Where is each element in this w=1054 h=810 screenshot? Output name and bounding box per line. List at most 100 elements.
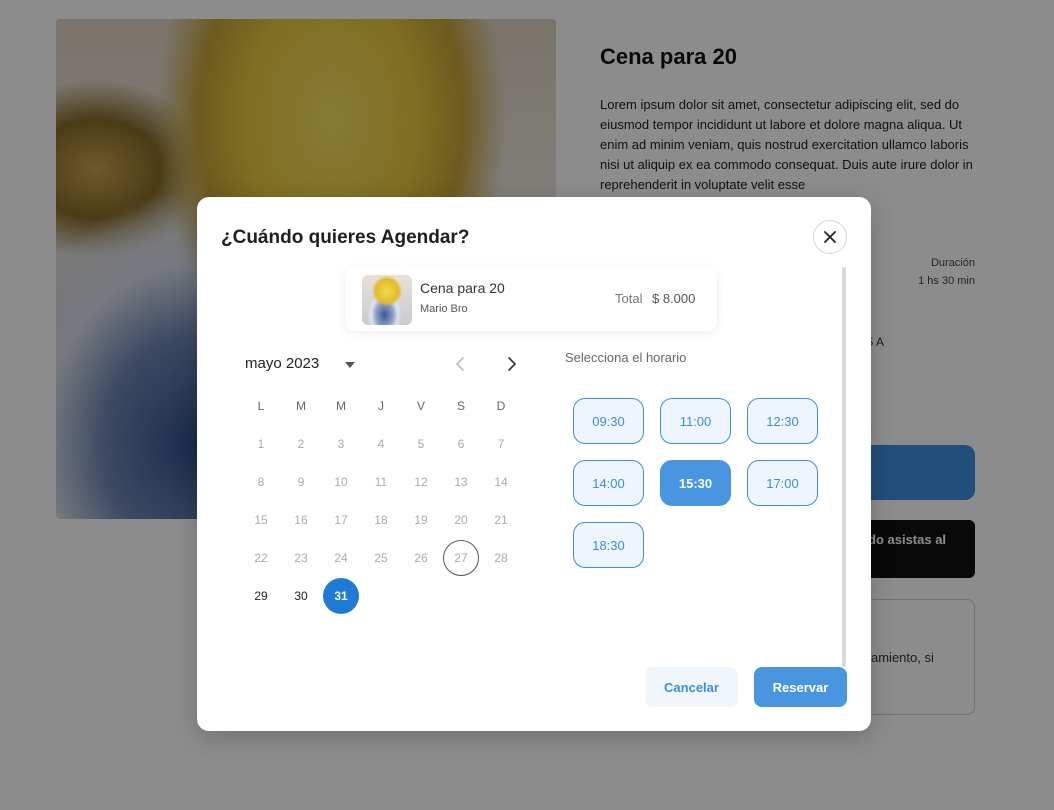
calendar-day: 27 (441, 540, 481, 576)
calendar-day: 23 (281, 540, 321, 576)
calendar-day-number: 14 (494, 475, 508, 489)
weekday-label: J (378, 399, 384, 413)
modal-scrollbar[interactable] (842, 267, 846, 667)
calendar-day[interactable]: 29 (241, 578, 281, 614)
calendar-day: 22 (241, 540, 281, 576)
calendar-day-number: 28 (494, 551, 508, 565)
calendar-day-number: 13 (454, 475, 468, 489)
previous-month-button[interactable] (451, 354, 469, 374)
chevron-left-icon (456, 357, 464, 371)
calendar-day-number: 3 (337, 437, 345, 451)
calendar-empty-cell (481, 578, 521, 614)
calendar-day: 4 (361, 426, 401, 462)
weekday-label: V (416, 399, 425, 413)
calendar-day: 24 (321, 540, 361, 576)
booking-modal: ¿Cuándo quieres Agendar? Cena para 20 Ma… (197, 197, 871, 731)
calendar-day-number: 5 (417, 437, 425, 451)
calendar-day-number: 6 (457, 437, 465, 451)
modal-title: ¿Cuándo quieres Agendar? (221, 227, 470, 248)
calendar-day: 17 (321, 502, 361, 538)
calendar-day: 11 (361, 464, 401, 500)
calendar-day: 5 (401, 426, 441, 462)
caret-down-icon (345, 362, 355, 368)
cancel-button[interactable]: Cancelar (645, 667, 738, 707)
calendar-day-number: 26 (414, 551, 428, 565)
schedule-title: Selecciona el horario (565, 350, 687, 365)
calendar-empty-cell (441, 578, 481, 614)
weekday-header: LMMJVSD (241, 387, 521, 425)
time-slot-button[interactable]: 14:00 (573, 460, 644, 506)
calendar-day-number: 24 (334, 551, 348, 565)
calendar-day-number: 29 (254, 589, 268, 603)
calendar-day-number: 20 (454, 513, 468, 527)
calendar-day: 18 (361, 502, 401, 538)
calendar-day: 2 (281, 426, 321, 462)
calendar-day-number: 7 (497, 437, 505, 451)
calendar-month-label: mayo 2023 (245, 355, 320, 372)
calendar-day: 3 (321, 426, 361, 462)
time-slot-button[interactable]: 15:30 (660, 460, 731, 506)
calendar-day[interactable]: 31 (321, 578, 361, 614)
calendar-day-number: 23 (294, 551, 308, 565)
calendar-day-number: 25 (374, 551, 388, 565)
reserve-button[interactable]: Reservar (754, 667, 847, 707)
calendar-day: 15 (241, 502, 281, 538)
chevron-right-icon (508, 357, 516, 371)
time-slot-button[interactable]: 18:30 (573, 522, 644, 568)
calendar-grid: L M M J V S D 1 2 3 4 5 6 7 8 9 10 11 12 13 14 15 16 17 18 19 20 21… (241, 387, 521, 615)
calendar-day-number: 22 (254, 551, 268, 565)
calendar-day[interactable]: 30 (281, 578, 321, 614)
calendar-day-number: 30 (294, 589, 308, 603)
calendar-day-number: 8 (257, 475, 265, 489)
weekday-label: M (296, 399, 306, 413)
time-slot-button[interactable]: 17:00 (747, 460, 818, 506)
calendar-day: 25 (361, 540, 401, 576)
calendar-day-number: 1 (257, 437, 265, 451)
calendar-empty-cell (401, 578, 441, 614)
summary-vendor-name: Mario Bro (420, 303, 468, 315)
calendar-day: 20 (441, 502, 481, 538)
calendar-day: 13 (441, 464, 481, 500)
calendar-day: 8 (241, 464, 281, 500)
calendar-day-number: 2 (297, 437, 305, 451)
summary-total-label: Total (615, 291, 643, 306)
month-dropdown-button[interactable] (343, 358, 357, 372)
time-slot-button[interactable]: 09:30 (573, 398, 644, 444)
weekday-label: S (456, 399, 465, 413)
calendar-day-number: 12 (414, 475, 428, 489)
calendar-week: 29 30 31 (241, 577, 521, 615)
time-slot-button[interactable]: 12:30 (747, 398, 818, 444)
calendar-day: 28 (481, 540, 521, 576)
calendar-day: 10 (321, 464, 361, 500)
time-slot-button[interactable]: 11:00 (660, 398, 731, 444)
next-month-button[interactable] (503, 354, 521, 374)
calendar-day-number: 4 (377, 437, 385, 451)
product-thumbnail (362, 275, 412, 325)
calendar-day-number: 31 (323, 578, 359, 614)
calendar-day-number: 27 (443, 540, 479, 576)
calendar-day: 19 (401, 502, 441, 538)
calendar-day: 16 (281, 502, 321, 538)
calendar-day: 7 (481, 426, 521, 462)
calendar-week: 15 16 17 18 19 20 21 (241, 501, 521, 539)
summary-total-value: $ 8.000 (652, 291, 696, 306)
calendar-day-number: 9 (297, 475, 305, 489)
calendar-day: 12 (401, 464, 441, 500)
calendar-day: 6 (441, 426, 481, 462)
calendar-week: 1 2 3 4 5 6 7 (241, 425, 521, 463)
calendar-empty-cell (361, 578, 401, 614)
calendar-day-number: 17 (334, 513, 348, 527)
order-summary: Cena para 20 Mario Bro Total $ 8.000 (345, 267, 717, 331)
calendar-day-number: 18 (374, 513, 388, 527)
summary-product-name: Cena para 20 (420, 280, 505, 296)
calendar-day-number: 11 (374, 475, 388, 489)
calendar-week: 22 23 24 25 26 27 28 (241, 539, 521, 577)
weekday-label: M (336, 399, 346, 413)
time-slot-list: 09:30 11:00 12:30 14:00 15:30 17:00 18:30 (573, 398, 833, 568)
calendar-day-number: 16 (294, 513, 308, 527)
close-button[interactable] (813, 220, 847, 254)
calendar-day-number: 15 (254, 513, 268, 527)
calendar-week: 8 9 10 11 12 13 14 (241, 463, 521, 501)
weekday-label: D (496, 399, 506, 413)
calendar-day-number: 10 (334, 475, 348, 489)
